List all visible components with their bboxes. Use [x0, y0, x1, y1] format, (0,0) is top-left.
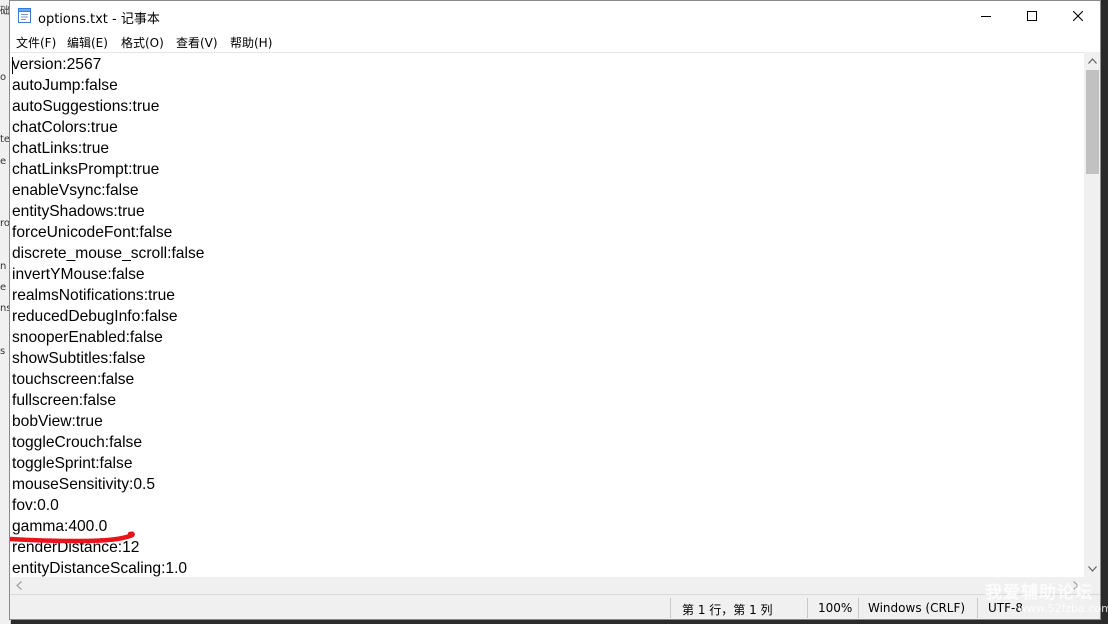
- text-line: gamma:400.0: [12, 518, 108, 535]
- vertical-scrollbar[interactable]: [1084, 52, 1100, 577]
- menu-help[interactable]: 帮助(H): [230, 33, 272, 52]
- close-icon: [1073, 11, 1083, 21]
- maximize-icon: [1027, 11, 1037, 21]
- text-line: enableVsync:false: [12, 182, 139, 199]
- text-line: realmsNotifications:true: [12, 287, 175, 304]
- minimize-button[interactable]: [963, 1, 1009, 31]
- text-line: touchscreen:false: [12, 371, 135, 388]
- notepad-app-icon: [18, 8, 31, 23]
- menu-edit[interactable]: 编辑(E): [67, 33, 108, 52]
- background-fragment: n: [0, 261, 7, 272]
- minimize-icon: [981, 16, 991, 17]
- text-line: toggleCrouch:false: [12, 434, 143, 451]
- text-caret: [12, 57, 13, 74]
- menu-bar: 文件(F) 编辑(E) 格式(O) 查看(V) 帮助(H): [10, 31, 1100, 52]
- text-line: autoJump:false: [12, 77, 118, 94]
- status-separator: [807, 598, 808, 618]
- background-fragment: e: [0, 156, 7, 167]
- horizontal-scrollbar[interactable]: [10, 577, 1084, 594]
- text-line: chatColors:true: [12, 119, 118, 136]
- menu-format[interactable]: 格式(O): [121, 33, 164, 52]
- line-ending: Windows (CRLF): [868, 601, 966, 615]
- background-fragment: e: [0, 282, 7, 293]
- text-editor-area[interactable]: version:2567 autoJump:false autoSuggestion…: [10, 52, 1084, 577]
- text-line: chatLinks:true: [12, 140, 110, 157]
- text-line: fov:0.0: [12, 497, 59, 514]
- text-line: mouseSensitivity:0.5: [12, 476, 156, 493]
- scroll-down-arrow-icon[interactable]: [1084, 560, 1100, 577]
- text-line: fullscreen:false: [12, 392, 117, 409]
- text-line: renderDistance:12: [12, 539, 140, 556]
- text-lines: version:2567 autoJump:false autoSuggestion…: [12, 54, 204, 577]
- text-line: showSubtitles:false: [12, 350, 146, 367]
- text-line: reducedDebugInfo:false: [12, 308, 178, 325]
- menu-view[interactable]: 查看(V): [176, 33, 218, 52]
- status-bar: 第 1 行，第 1 列 100% Windows (CRLF) UTF-8: [10, 594, 1100, 619]
- vertical-scroll-thumb[interactable]: [1086, 70, 1099, 174]
- text-line: autoSuggestions:true: [12, 98, 160, 115]
- background-fragment: s: [0, 346, 6, 357]
- scroll-up-arrow-icon[interactable]: [1084, 52, 1100, 69]
- text-line: bobView:true: [12, 413, 103, 430]
- menu-file[interactable]: 文件(F): [16, 33, 56, 52]
- text-line: entityShadows:true: [12, 203, 145, 220]
- text-line: snooperEnabled:false: [12, 329, 163, 346]
- close-button[interactable]: [1055, 1, 1100, 31]
- title-bar[interactable]: options.txt - 记事本: [10, 1, 1100, 31]
- watermark-url: www.52fzba.com: [1018, 602, 1108, 615]
- cursor-position: 第 1 行，第 1 列: [682, 603, 773, 617]
- text-line: invertYMouse:false: [12, 266, 145, 283]
- text-line: forceUnicodeFont:false: [12, 224, 173, 241]
- status-separator: [670, 598, 671, 618]
- text-line: toggleSprint:false: [12, 455, 133, 472]
- status-separator: [977, 598, 978, 618]
- scroll-left-arrow-icon[interactable]: [10, 577, 27, 594]
- text-line: discrete_mouse_scroll:false: [12, 245, 205, 262]
- text-line: version:2567: [12, 56, 102, 73]
- window-title: options.txt - 记事本: [38, 12, 160, 27]
- zoom-level: 100%: [818, 601, 853, 615]
- notepad-window: options.txt - 记事本 文件(F) 编辑(E) 格式(O) 查看(V…: [9, 0, 1101, 620]
- background-fragment: o: [0, 72, 7, 83]
- watermark-text: 我爱辅助论坛: [985, 583, 1093, 603]
- text-line: entityDistanceScaling:1.0: [12, 560, 188, 577]
- status-separator: [858, 598, 859, 618]
- maximize-button[interactable]: [1009, 1, 1055, 31]
- text-line: chatLinksPrompt:true: [12, 161, 160, 178]
